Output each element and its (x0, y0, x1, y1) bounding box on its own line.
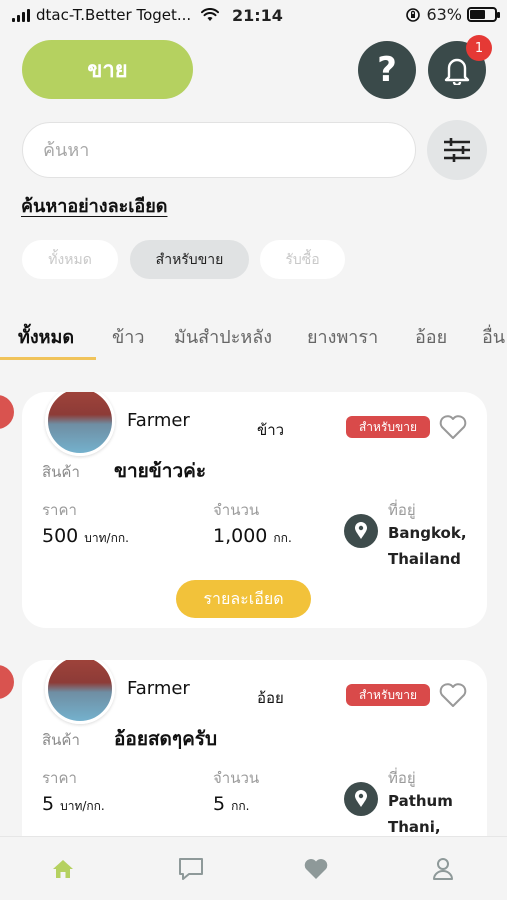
chip-buying[interactable]: รับซื้อ (260, 240, 345, 279)
quantity-value: 1,000 กก. (213, 525, 292, 548)
heart-outline-icon[interactable] (438, 413, 468, 441)
notification-badge: 1 (466, 35, 492, 61)
tab-sugarcane[interactable]: อ้อย (415, 322, 447, 351)
quantity-value: 5 กก. (213, 793, 249, 816)
carrier-name: dtac-T.Better Toget... (36, 6, 192, 24)
tab-cassava[interactable]: มันสำปะหลัง (174, 322, 272, 351)
avatar (45, 392, 115, 456)
product-label: สินค้า (42, 731, 80, 749)
filter-button[interactable] (427, 120, 487, 180)
product-name: อ้อยสดๆครับ (114, 728, 218, 750)
quantity-label: จำนวน (213, 769, 260, 787)
seller-name: Farmer (127, 678, 190, 699)
listing-category: ข้าว (257, 421, 285, 439)
edge-marker (0, 665, 14, 699)
seller-name: Farmer (127, 410, 190, 431)
price-label: ราคา (42, 501, 77, 519)
home-icon (53, 860, 73, 878)
clock: 21:14 (232, 6, 283, 25)
product-name: ขายข้าวค่ะ (114, 460, 207, 482)
advanced-search-link[interactable]: ค้นหาอย่างละเอียด (21, 191, 167, 220)
tab-rubber[interactable]: ยางพารา (307, 322, 378, 351)
nav-home[interactable] (49, 855, 77, 883)
chip-all[interactable]: ทั้งหมด (22, 240, 118, 279)
category-tabs: ทั้งหมด ข้าว มันสำปะหลัง ยางพารา อ้อย อื… (0, 316, 507, 360)
price-amount: 500 (42, 525, 79, 547)
battery-icon (467, 7, 500, 22)
status-badge: สำหรับขาย (346, 416, 430, 438)
favorites-heart-icon (304, 859, 328, 879)
avatar (45, 660, 115, 724)
nav-chat[interactable] (177, 855, 205, 883)
wifi-icon (201, 8, 220, 21)
listing-category: อ้อย (257, 689, 284, 707)
nav-favorites[interactable] (302, 855, 330, 883)
details-button[interactable]: รายละเอียด (176, 580, 311, 618)
location-label: ที่อยู่ (388, 501, 416, 519)
search-input[interactable] (22, 122, 416, 178)
location-pin-icon (344, 782, 378, 816)
product-label: สินค้า (42, 463, 80, 481)
nav-profile[interactable] (429, 855, 457, 883)
chip-for-sale[interactable]: สำหรับขาย (130, 240, 249, 279)
price-label: ราคา (42, 769, 77, 787)
price-unit: บาท/กก. (84, 531, 129, 545)
orientation-lock-icon (406, 7, 421, 22)
location-value: Pathum Thani, (388, 788, 453, 840)
quantity-amount: 1,000 (213, 525, 268, 547)
price-value: 5 บาท/กก. (42, 793, 105, 816)
location-label: ที่อยู่ (388, 769, 416, 787)
bottom-nav (0, 836, 507, 900)
battery-fill (470, 10, 486, 19)
chat-icon (179, 858, 203, 880)
active-tab-indicator (0, 357, 96, 360)
status-right: 63% (405, 5, 500, 24)
tab-rice[interactable]: ข้าว (112, 322, 145, 351)
heart-outline-icon[interactable] (438, 681, 468, 709)
edge-marker (0, 395, 14, 429)
tab-all[interactable]: ทั้งหมด (18, 322, 74, 351)
location-line-2: Thailand (388, 550, 461, 568)
quantity-unit: กก. (231, 799, 250, 813)
price-amount: 5 (42, 793, 55, 815)
quantity-label: จำนวน (213, 501, 260, 519)
location-pin-icon (344, 514, 378, 548)
listing-card[interactable]: Farmer ข้าว สำหรับขาย สินค้า ขายข้าวค่ะ … (22, 392, 487, 628)
profile-icon (433, 858, 453, 880)
quantity-amount: 5 (213, 793, 226, 815)
price-value: 500 บาท/กก. (42, 525, 129, 548)
location-value: Bangkok, Thailand (388, 520, 467, 572)
help-button[interactable]: ? (358, 41, 416, 99)
battery-percent: 63% (426, 5, 462, 24)
sell-button[interactable]: ขาย (22, 40, 193, 99)
location-line-1: Bangkok, (388, 524, 467, 542)
location-line-1: Pathum (388, 792, 453, 810)
bell-icon (444, 58, 470, 85)
sliders-icon (444, 138, 470, 162)
listing-card[interactable]: Farmer อ้อย สำหรับขาย สินค้า อ้อยสดๆครับ… (22, 660, 487, 860)
signal-icon (12, 8, 30, 22)
quantity-unit: กก. (273, 531, 292, 545)
price-unit: บาท/กก. (60, 799, 105, 813)
tab-other[interactable]: อื่น (482, 322, 505, 351)
status-badge: สำหรับขาย (346, 684, 430, 706)
